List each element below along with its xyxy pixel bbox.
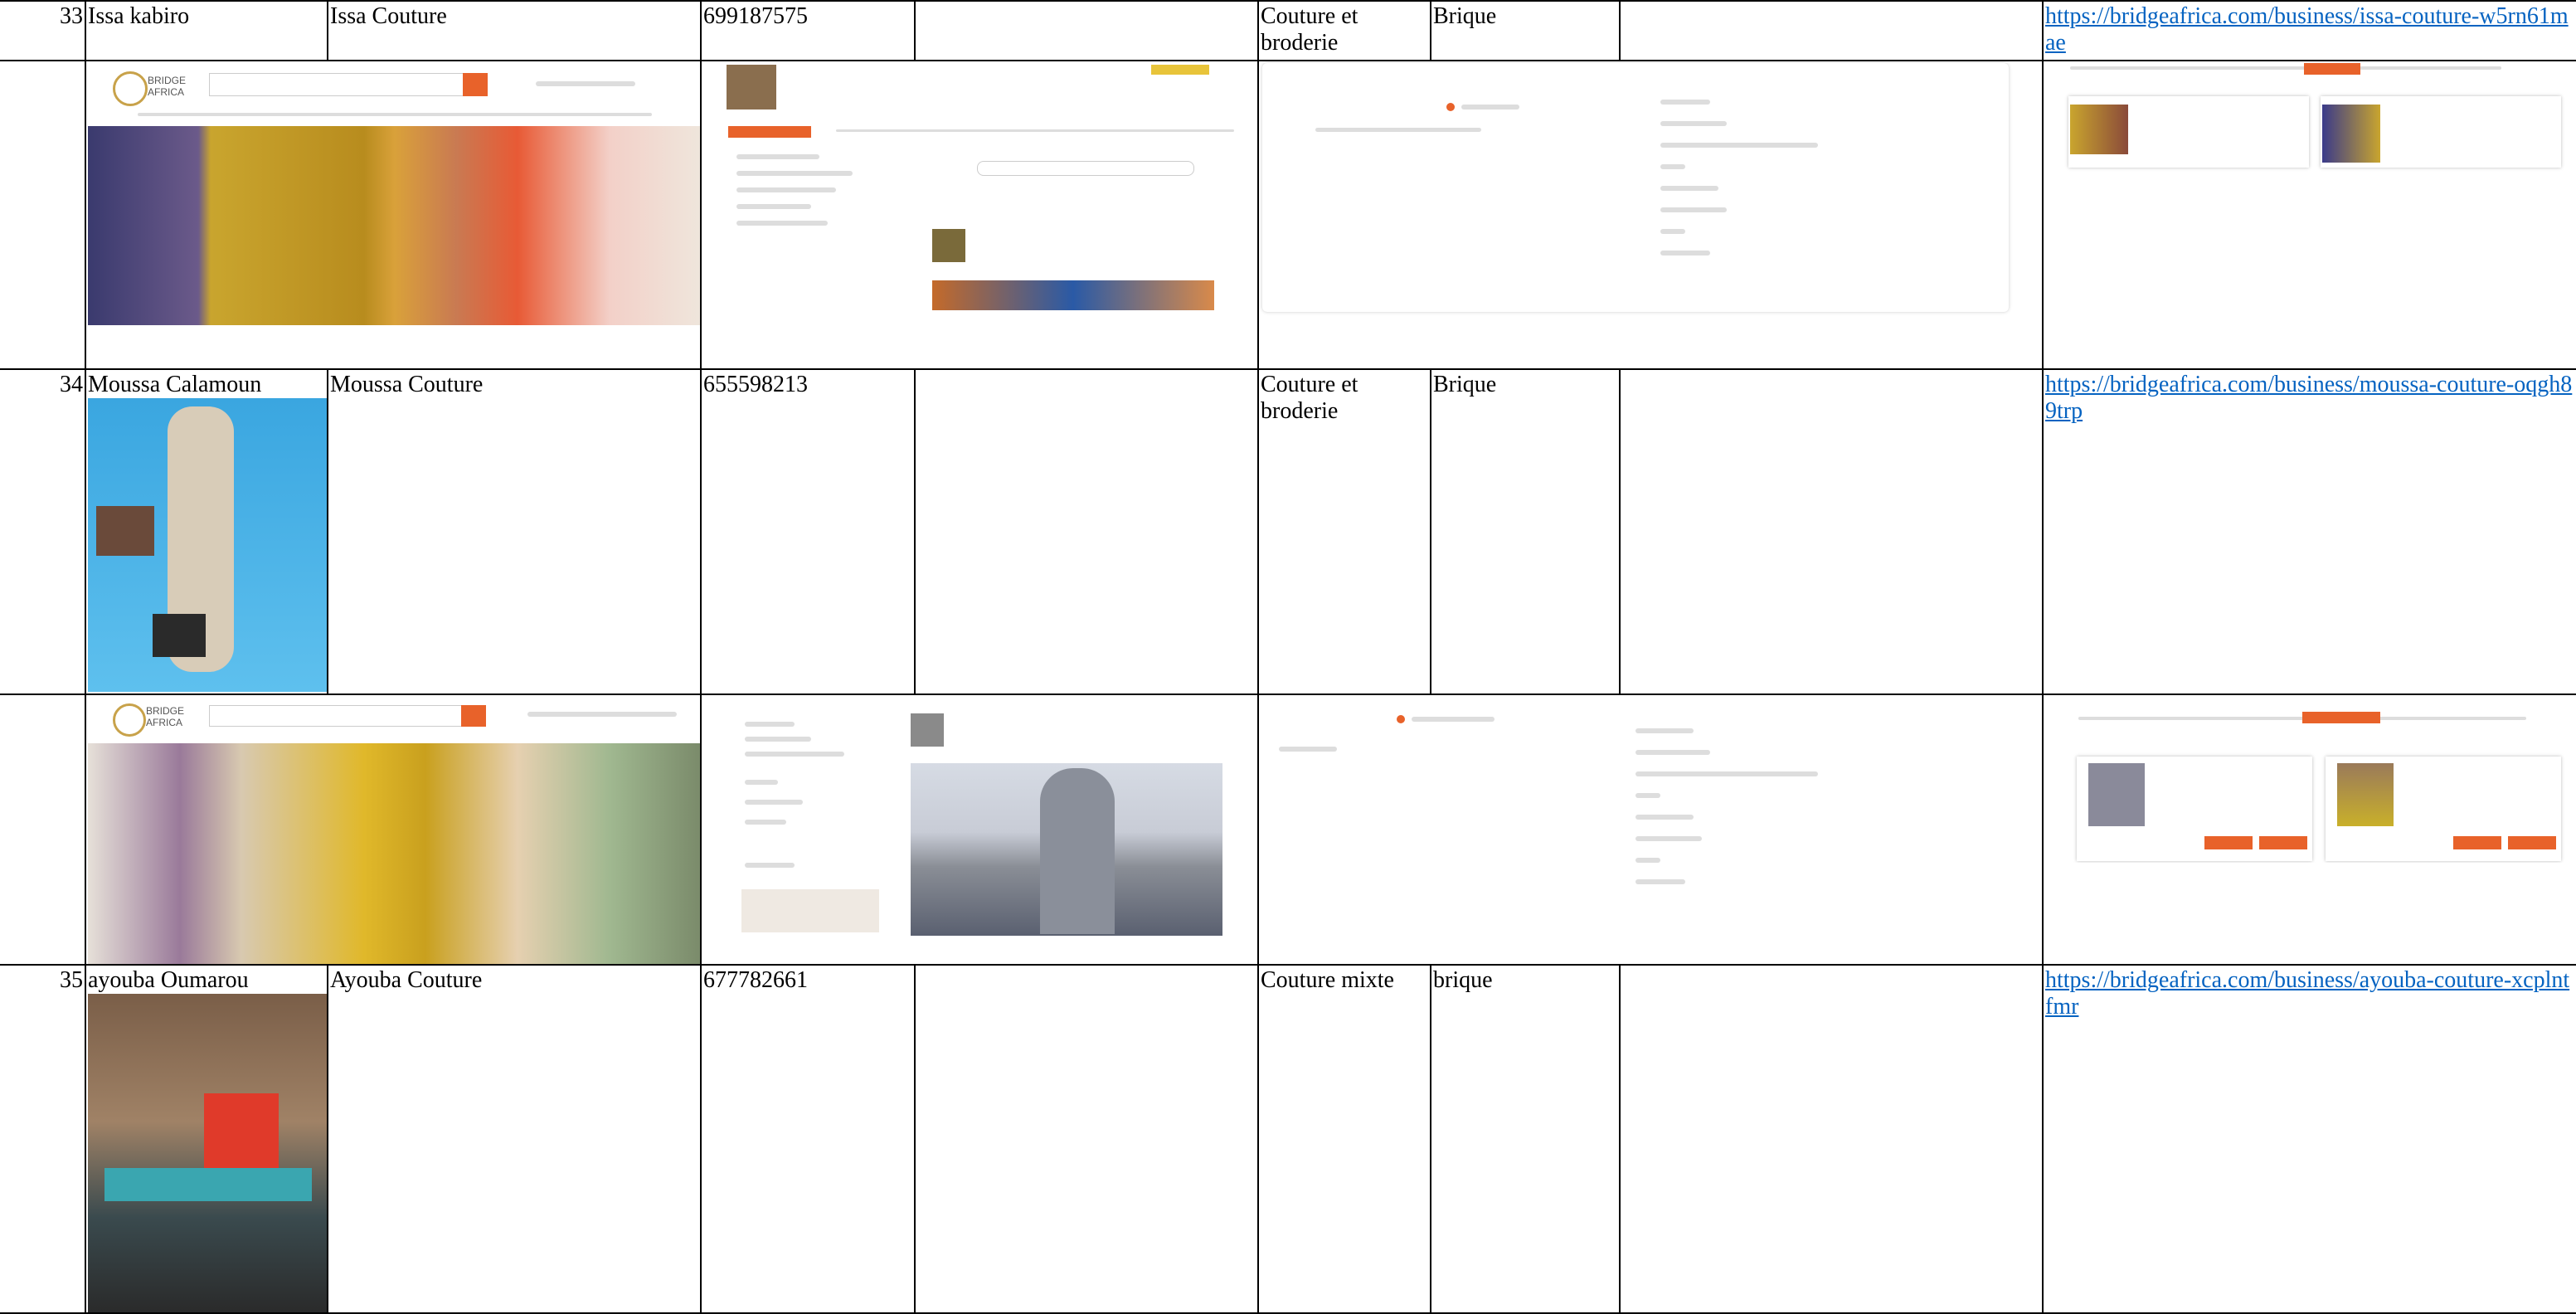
product-card (2068, 96, 2309, 168)
row-number: 33 (0, 0, 86, 61)
product-card (2321, 96, 2561, 168)
category: Couture et broderie (1257, 368, 1431, 695)
owner-photo (88, 994, 327, 1312)
empty-cell (0, 60, 86, 370)
empty-cell (914, 964, 1259, 1314)
product-photo (2070, 105, 2128, 154)
empty-cell (1619, 0, 2044, 61)
product-photo (2088, 763, 2145, 826)
empty-cell (0, 694, 86, 966)
empty-cell (1619, 964, 2044, 1314)
product-card (2077, 757, 2312, 861)
business-link[interactable]: https://bridgeafrica.com/business/moussa… (2042, 368, 2576, 695)
screenshot-cell (2042, 60, 2576, 370)
location: Brique (1430, 0, 1621, 61)
website-screenshot (703, 63, 1257, 312)
search-icon (461, 705, 486, 727)
phone-number: 677782661 (700, 964, 916, 1314)
product-button (2259, 836, 2307, 849)
tab-active (2302, 712, 2380, 723)
owner-cell: ayouba Oumarou (85, 964, 328, 1314)
owner-name: Issa kabiro (85, 0, 328, 61)
business-name: Ayouba Couture (327, 964, 702, 1314)
screenshot-cell (700, 694, 1259, 966)
search-input (209, 705, 468, 727)
website-screenshot (1262, 697, 2009, 954)
category: Couture mixte (1257, 964, 1431, 1314)
map-placeholder (741, 889, 879, 932)
product-button (2508, 836, 2556, 849)
status-dot-icon (1446, 103, 1455, 111)
badge (1151, 65, 1209, 75)
profile-photo (911, 713, 944, 747)
row-number: 34 (0, 368, 86, 695)
screenshot-cell (700, 60, 1259, 370)
screenshot-cell (1257, 694, 2044, 966)
product-photo (2322, 105, 2380, 163)
tab-active (2304, 63, 2360, 75)
logo-icon (113, 703, 146, 737)
post-avatar (932, 229, 965, 262)
status-dot-icon (1397, 715, 1405, 723)
search-icon (463, 73, 488, 96)
post-input (977, 161, 1194, 176)
location: brique (1430, 964, 1621, 1314)
business-link[interactable]: https://bridgeafrica.com/business/issa-c… (2042, 0, 2576, 61)
business-name: Moussa Couture (327, 368, 702, 695)
product-photo (2337, 763, 2394, 826)
product-card (2326, 757, 2561, 861)
product-button (2453, 836, 2501, 849)
empty-cell (914, 368, 1259, 695)
empty-cell (914, 0, 1259, 61)
website-screenshot (2045, 63, 2576, 237)
owner-name: Moussa Calamoun (88, 372, 262, 397)
website-screenshot: BRIDGE AFRICA (88, 63, 700, 333)
screenshot-cell (1257, 60, 2044, 370)
logo-icon (113, 71, 148, 106)
website-screenshot (2045, 697, 2576, 863)
owner-name: ayouba Oumarou (88, 967, 249, 993)
business-name: Issa Couture (327, 0, 702, 61)
business-link[interactable]: https://bridgeafrica.com/business/ayouba… (2042, 964, 2576, 1314)
screenshot-cell (2042, 694, 2576, 966)
owner-photo (88, 398, 327, 692)
location: Brique (1430, 368, 1621, 695)
empty-cell (1619, 368, 2044, 695)
website-screenshot (1262, 63, 2009, 312)
post-photo (932, 280, 1214, 310)
category: Couture et broderie (1257, 0, 1431, 61)
profile-photo (727, 65, 776, 110)
hero-photo (88, 743, 700, 964)
product-button (2204, 836, 2253, 849)
post-photo (911, 763, 1222, 936)
website-screenshot (703, 697, 1257, 964)
screenshot-cell: BRIDGE AFRICA (85, 60, 702, 370)
screenshot-cell: BRIDGE AFRICA (85, 694, 702, 966)
owner-cell: Moussa Calamoun (85, 368, 328, 695)
phone-number: 655598213 (700, 368, 916, 695)
row-number: 35 (0, 964, 86, 1314)
phone-number: 699187575 (700, 0, 916, 61)
hero-photo (88, 126, 700, 325)
search-input (209, 73, 476, 96)
website-screenshot: BRIDGE AFRICA (88, 697, 700, 964)
tab-active (728, 126, 811, 138)
